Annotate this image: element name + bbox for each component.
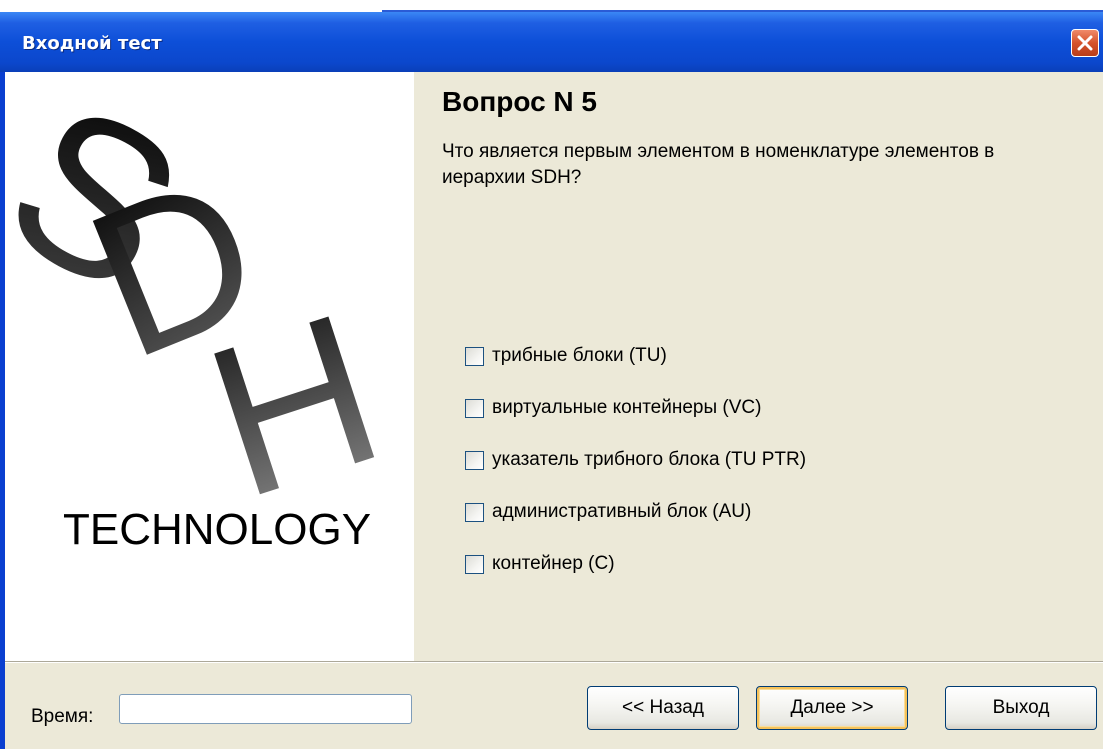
option-tu[interactable]: трибные блоки (TU) — [465, 330, 806, 382]
option-au[interactable]: административный блок (AU) — [465, 486, 806, 538]
sdh-logo: S D H — [5, 72, 405, 502]
option-checkbox[interactable] — [465, 502, 484, 522]
option-checkbox[interactable] — [465, 346, 484, 366]
option-checkbox[interactable] — [465, 554, 484, 574]
option-tu-ptr[interactable]: указатель трибного блока (TU PTR) — [465, 434, 806, 486]
logo-panel: S D H TECHNOLOGY — [5, 72, 414, 661]
answer-options: трибные блоки (TU) виртуальные контейнер… — [465, 330, 806, 590]
technology-caption: TECHNOLOGY — [63, 505, 372, 554]
exit-button[interactable]: Выход — [945, 686, 1097, 730]
option-label: виртуальные контейнеры (VC) — [492, 397, 762, 418]
dialog-client-area: S D H TECHNOLOGY Вопрос N 5 Что является… — [5, 72, 1103, 749]
option-label: административный блок (AU) — [492, 501, 752, 522]
next-button[interactable]: Далее >> — [756, 686, 908, 730]
time-label: Время: — [31, 706, 94, 727]
back-button[interactable]: << Назад — [587, 686, 739, 730]
question-text: Что является первым элементом в номенкла… — [442, 141, 995, 188]
option-label: указатель трибного блока (TU PTR) — [492, 449, 807, 470]
close-icon — [1077, 35, 1093, 51]
footer-separator — [5, 661, 1103, 663]
time-field[interactable] — [119, 694, 412, 724]
title-bar[interactable]: Входной тест — [0, 12, 1103, 72]
option-c[interactable]: контейнер (С) — [465, 538, 806, 590]
option-vc[interactable]: виртуальные контейнеры (VC) — [465, 382, 806, 434]
option-label: трибные блоки (TU) — [492, 345, 667, 366]
question-title: Вопрос N 5 — [442, 86, 597, 117]
option-checkbox[interactable] — [465, 450, 484, 470]
option-checkbox[interactable] — [465, 398, 484, 418]
dialog-window: Входной тест S D H TECHNOLOGY Вопрос N 5… — [0, 12, 1103, 749]
close-button[interactable] — [1071, 29, 1099, 57]
top-strip — [0, 0, 1103, 12]
window-title: Входной тест — [22, 33, 162, 54]
option-label: контейнер (С) — [492, 553, 615, 574]
